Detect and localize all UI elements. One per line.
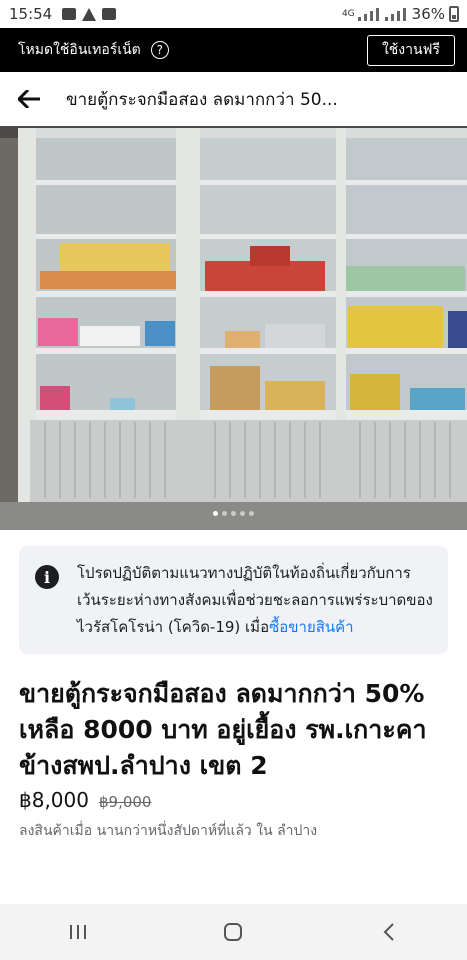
free-mode-banner: โหมดใช้อินเทอร์เน็ต ? ใช้งานฟรี [0, 28, 467, 72]
notification-icons [62, 7, 117, 21]
page-title: ขายตู้กระจกมือสอง ลดมากกว่า 50... [66, 89, 338, 110]
status-bar: 15:54 4G 36% [0, 0, 467, 28]
battery-icon [449, 6, 459, 22]
use-free-button[interactable]: ใช้งานฟรี [366, 34, 455, 66]
header: ขายตู้กระจกมือสอง ลดมากกว่า 50... [0, 72, 467, 126]
free-mode-label: โหมดใช้อินเทอร์เน็ต [18, 42, 141, 58]
status-time: 15:54 [9, 5, 53, 23]
listing-price: ฿8,000 [19, 788, 89, 812]
battery-percent: 36% [411, 5, 445, 23]
back-icon[interactable] [359, 912, 419, 952]
covid-notice: i โปรดปฏิบัติตามแนวทางปฏิบัติในท้องถิ่นเ… [19, 546, 448, 654]
home-icon[interactable] [203, 912, 263, 952]
notice-link[interactable]: ซื้อขายสินค้า [269, 618, 354, 636]
carousel-dot[interactable] [240, 511, 245, 516]
back-arrow-icon[interactable] [18, 86, 44, 112]
warning-icon [82, 7, 97, 21]
app-notification-icon [102, 8, 117, 20]
listing-details: ขายตู้กระจกมือสอง ลดมากกว่า 50% เหลือ 80… [0, 654, 467, 842]
listing-photo[interactable] [0, 126, 467, 530]
carousel-dot[interactable] [249, 511, 254, 516]
recents-icon[interactable] [48, 912, 108, 952]
original-price: ฿9,000 [98, 793, 152, 811]
listing-title: ขายตู้กระจกมือสอง ลดมากกว่า 50% เหลือ 80… [19, 679, 427, 780]
carousel-dots [0, 511, 467, 516]
listing-meta: ลงสินค้าเมื่อ นานกว่าหนึ่งสัปดาห์ที่แล้ว… [19, 823, 318, 839]
info-icon: i [35, 565, 59, 589]
network-type: 4G [341, 9, 355, 19]
carousel-dot[interactable] [213, 511, 218, 516]
carousel-dot[interactable] [231, 511, 236, 516]
carousel-dot[interactable] [222, 511, 227, 516]
system-nav-bar [0, 904, 467, 960]
battery-indicator: 36% [412, 5, 459, 23]
signal-icon [357, 7, 406, 21]
glass-cabinet-image [0, 126, 467, 530]
help-icon[interactable]: ? [150, 41, 169, 59]
gallery-icon [62, 8, 77, 20]
notice-body: โปรดปฏิบัติตามแนวทางปฏิบัติในท้องถิ่นเกี… [77, 564, 433, 636]
marketplace-listing-page: 15:54 4G 36% โหมดใช้อินเทอร์เน็ต ? ใช้งา… [0, 0, 467, 960]
price-row: ฿8,000 ฿9,000 [19, 788, 448, 812]
notice-text: โปรดปฏิบัติตามแนวทางปฏิบัติในท้องถิ่นเกี… [77, 560, 434, 641]
